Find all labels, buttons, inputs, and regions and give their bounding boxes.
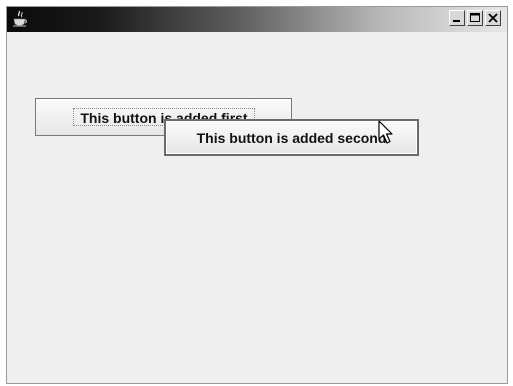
maximize-button[interactable] — [467, 10, 483, 26]
minimize-button[interactable] — [449, 10, 465, 26]
close-icon — [488, 13, 498, 23]
title-bar[interactable] — [7, 7, 507, 32]
minimize-icon — [453, 20, 460, 22]
mouse-pointer-icon — [378, 120, 393, 144]
content-pane: This button is added first This button i… — [7, 32, 507, 383]
java-cup-icon — [13, 10, 27, 27]
close-button[interactable] — [485, 10, 501, 26]
maximize-icon — [470, 13, 480, 22]
app-window: This button is added first This button i… — [6, 6, 508, 384]
